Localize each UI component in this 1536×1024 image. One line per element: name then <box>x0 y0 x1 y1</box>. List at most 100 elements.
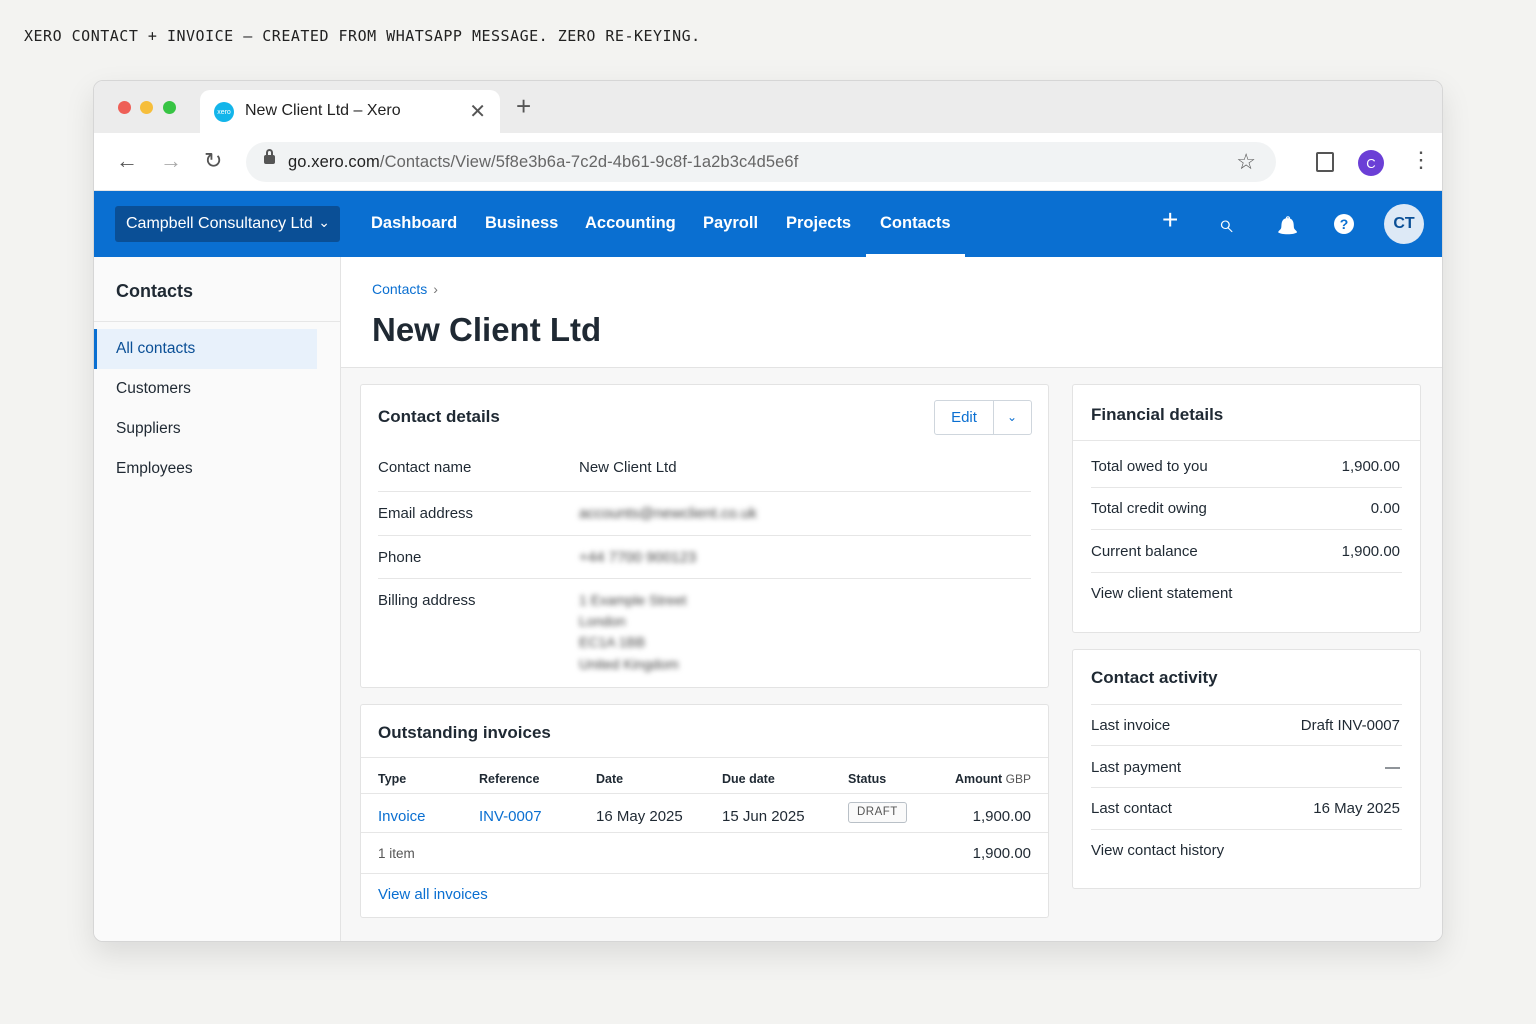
chevron-down-icon: ⌄ <box>318 214 330 230</box>
divider <box>378 535 1031 536</box>
email-label: Email address <box>378 505 474 522</box>
nav-payroll[interactable]: Payroll <box>703 214 758 233</box>
nav-dashboard[interactable]: Dashboard <box>371 214 457 233</box>
new-tab-button[interactable]: + <box>516 93 531 119</box>
browser-menu-icon[interactable]: ⋮ <box>1410 148 1432 172</box>
help-icon[interactable]: ? <box>1334 214 1354 234</box>
divider <box>1091 745 1402 746</box>
bookmark-star-icon[interactable]: ☆ <box>1236 149 1256 175</box>
billing-address-line: London <box>579 613 626 629</box>
divider <box>361 832 1048 833</box>
bell-icon[interactable]: 🔔 <box>1277 213 1298 239</box>
page-header: Contacts › New Client Ltd <box>341 257 1442 368</box>
forward-icon[interactable]: → <box>160 149 182 173</box>
breadcrumb: Contacts › <box>372 281 438 297</box>
divider <box>361 793 1048 794</box>
invoice-due-date: 15 Jun 2025 <box>722 808 805 825</box>
edit-options-chevron-icon[interactable]: ⌄ <box>993 401 1031 434</box>
close-window-button[interactable] <box>118 101 131 114</box>
total-owed-label: Total owed to you <box>1091 458 1208 475</box>
column-header-type: Type <box>378 772 407 786</box>
column-header-status: Status <box>848 772 887 786</box>
url-text: go.xero.com/Contacts/View/5f8e3b6a-7c2d-… <box>288 153 799 171</box>
browser-tab[interactable]: xero New Client Ltd – Xero ✕ <box>200 90 500 133</box>
last-contact-value: 16 May 2025 <box>1313 800 1400 817</box>
extensions-icon[interactable] <box>1316 152 1334 172</box>
sidebar-item-employees[interactable]: Employees <box>94 449 317 489</box>
edit-button[interactable]: Edit <box>935 401 994 434</box>
sidebar-item-all-contacts[interactable]: All contacts <box>94 329 317 369</box>
contact-name-label: Contact name <box>378 459 472 476</box>
total-credit-value: 0.00 <box>1370 500 1400 517</box>
divider <box>378 491 1031 492</box>
invoice-date: 16 May 2025 <box>596 808 683 825</box>
divider <box>1073 440 1420 441</box>
email-value: accounts@newclient.co.uk <box>579 505 757 522</box>
phone-label: Phone <box>378 549 422 566</box>
invoice-type-link[interactable]: Invoice <box>378 808 426 825</box>
last-contact-label: Last contact <box>1091 800 1172 817</box>
page-caption: XERO CONTACT + INVOICE — CREATED FROM WH… <box>24 27 701 45</box>
invoice-total: 1,900.00 <box>972 845 1031 862</box>
column-header-reference: Reference <box>479 772 540 786</box>
chevron-right-icon: › <box>433 281 438 297</box>
reload-icon[interactable]: ↻ <box>204 149 222 173</box>
card-title: Financial details <box>1091 405 1224 424</box>
column-header-amount: Amount GBP <box>954 772 1031 786</box>
close-tab-icon[interactable]: ✕ <box>469 99 486 124</box>
address-bar[interactable]: go.xero.com/Contacts/View/5f8e3b6a-7c2d-… <box>246 142 1276 182</box>
card-title: Contact activity <box>1091 668 1218 687</box>
back-icon[interactable]: ← <box>116 149 138 173</box>
invoice-amount: 1,900.00 <box>972 808 1031 825</box>
divider <box>1091 704 1402 705</box>
card-title: Outstanding invoices <box>378 723 551 742</box>
maximize-window-button[interactable] <box>163 101 176 114</box>
contact-details-card: Contact details Edit ⌄ Contact name New … <box>360 384 1049 688</box>
nav-contacts[interactable]: Contacts <box>866 214 965 257</box>
divider <box>361 757 1048 758</box>
nav-accounting[interactable]: Accounting <box>585 214 676 233</box>
sidebar-item-suppliers[interactable]: Suppliers <box>94 409 317 449</box>
view-all-invoices-link[interactable]: View all invoices <box>378 886 488 903</box>
divider <box>361 873 1048 874</box>
invoice-reference-link[interactable]: INV-0007 <box>479 808 542 825</box>
browser-window: xero New Client Ltd – Xero ✕ + ← → ↻ go.… <box>93 80 1443 942</box>
financial-details-card: Financial details Total owed to you 1,90… <box>1072 384 1421 633</box>
profile-avatar[interactable]: C <box>1358 150 1384 176</box>
billing-address-line: 1 Example Street <box>579 592 687 608</box>
nav-projects[interactable]: Projects <box>786 214 851 233</box>
divider <box>1091 529 1402 530</box>
page-title: New Client Ltd <box>372 311 602 348</box>
organisation-switcher[interactable]: Campbell Consultancy Ltd ⌄ <box>115 206 340 242</box>
user-avatar[interactable]: CT <box>1384 204 1424 244</box>
current-balance-label: Current balance <box>1091 543 1198 560</box>
phone-value: +44 7700 900123 <box>579 549 697 566</box>
column-header-date: Date <box>596 772 624 786</box>
card-title: Contact details <box>378 407 500 426</box>
divider <box>1091 787 1402 788</box>
divider <box>1091 829 1402 830</box>
organisation-name: Campbell Consultancy Ltd <box>126 215 313 232</box>
sidebar-item-customers[interactable]: Customers <box>94 369 317 409</box>
tab-title: New Client Ltd – Xero <box>245 102 401 119</box>
divider <box>378 578 1031 579</box>
last-invoice-label: Last invoice <box>1091 717 1171 734</box>
nav-business[interactable]: Business <box>485 214 558 233</box>
view-client-statement-link[interactable]: View client statement <box>1091 585 1232 602</box>
edit-button-group: Edit ⌄ <box>934 400 1032 435</box>
browser-toolbar: ← → ↻ go.xero.com/Contacts/View/5f8e3b6a… <box>94 133 1442 191</box>
view-contact-history-link[interactable]: View contact history <box>1091 842 1224 859</box>
divider <box>1091 572 1402 573</box>
minimize-window-button[interactable] <box>140 101 153 114</box>
breadcrumb-contacts-link[interactable]: Contacts <box>372 281 427 297</box>
add-icon[interactable]: + <box>1162 206 1178 234</box>
divider <box>94 321 340 322</box>
last-invoice-value: Draft INV-0007 <box>1300 717 1400 734</box>
column-header-due-date: Due date <box>722 772 775 786</box>
lock-icon <box>264 149 275 164</box>
billing-address-line: EC1A 1BB <box>579 634 646 650</box>
outstanding-invoices-card: Outstanding invoices Type Reference Date… <box>360 704 1049 918</box>
xero-logo-icon: xero <box>214 102 234 122</box>
search-icon[interactable]: ⌕ <box>1218 208 1233 238</box>
browser-tabstrip: xero New Client Ltd – Xero ✕ + <box>94 81 1442 133</box>
